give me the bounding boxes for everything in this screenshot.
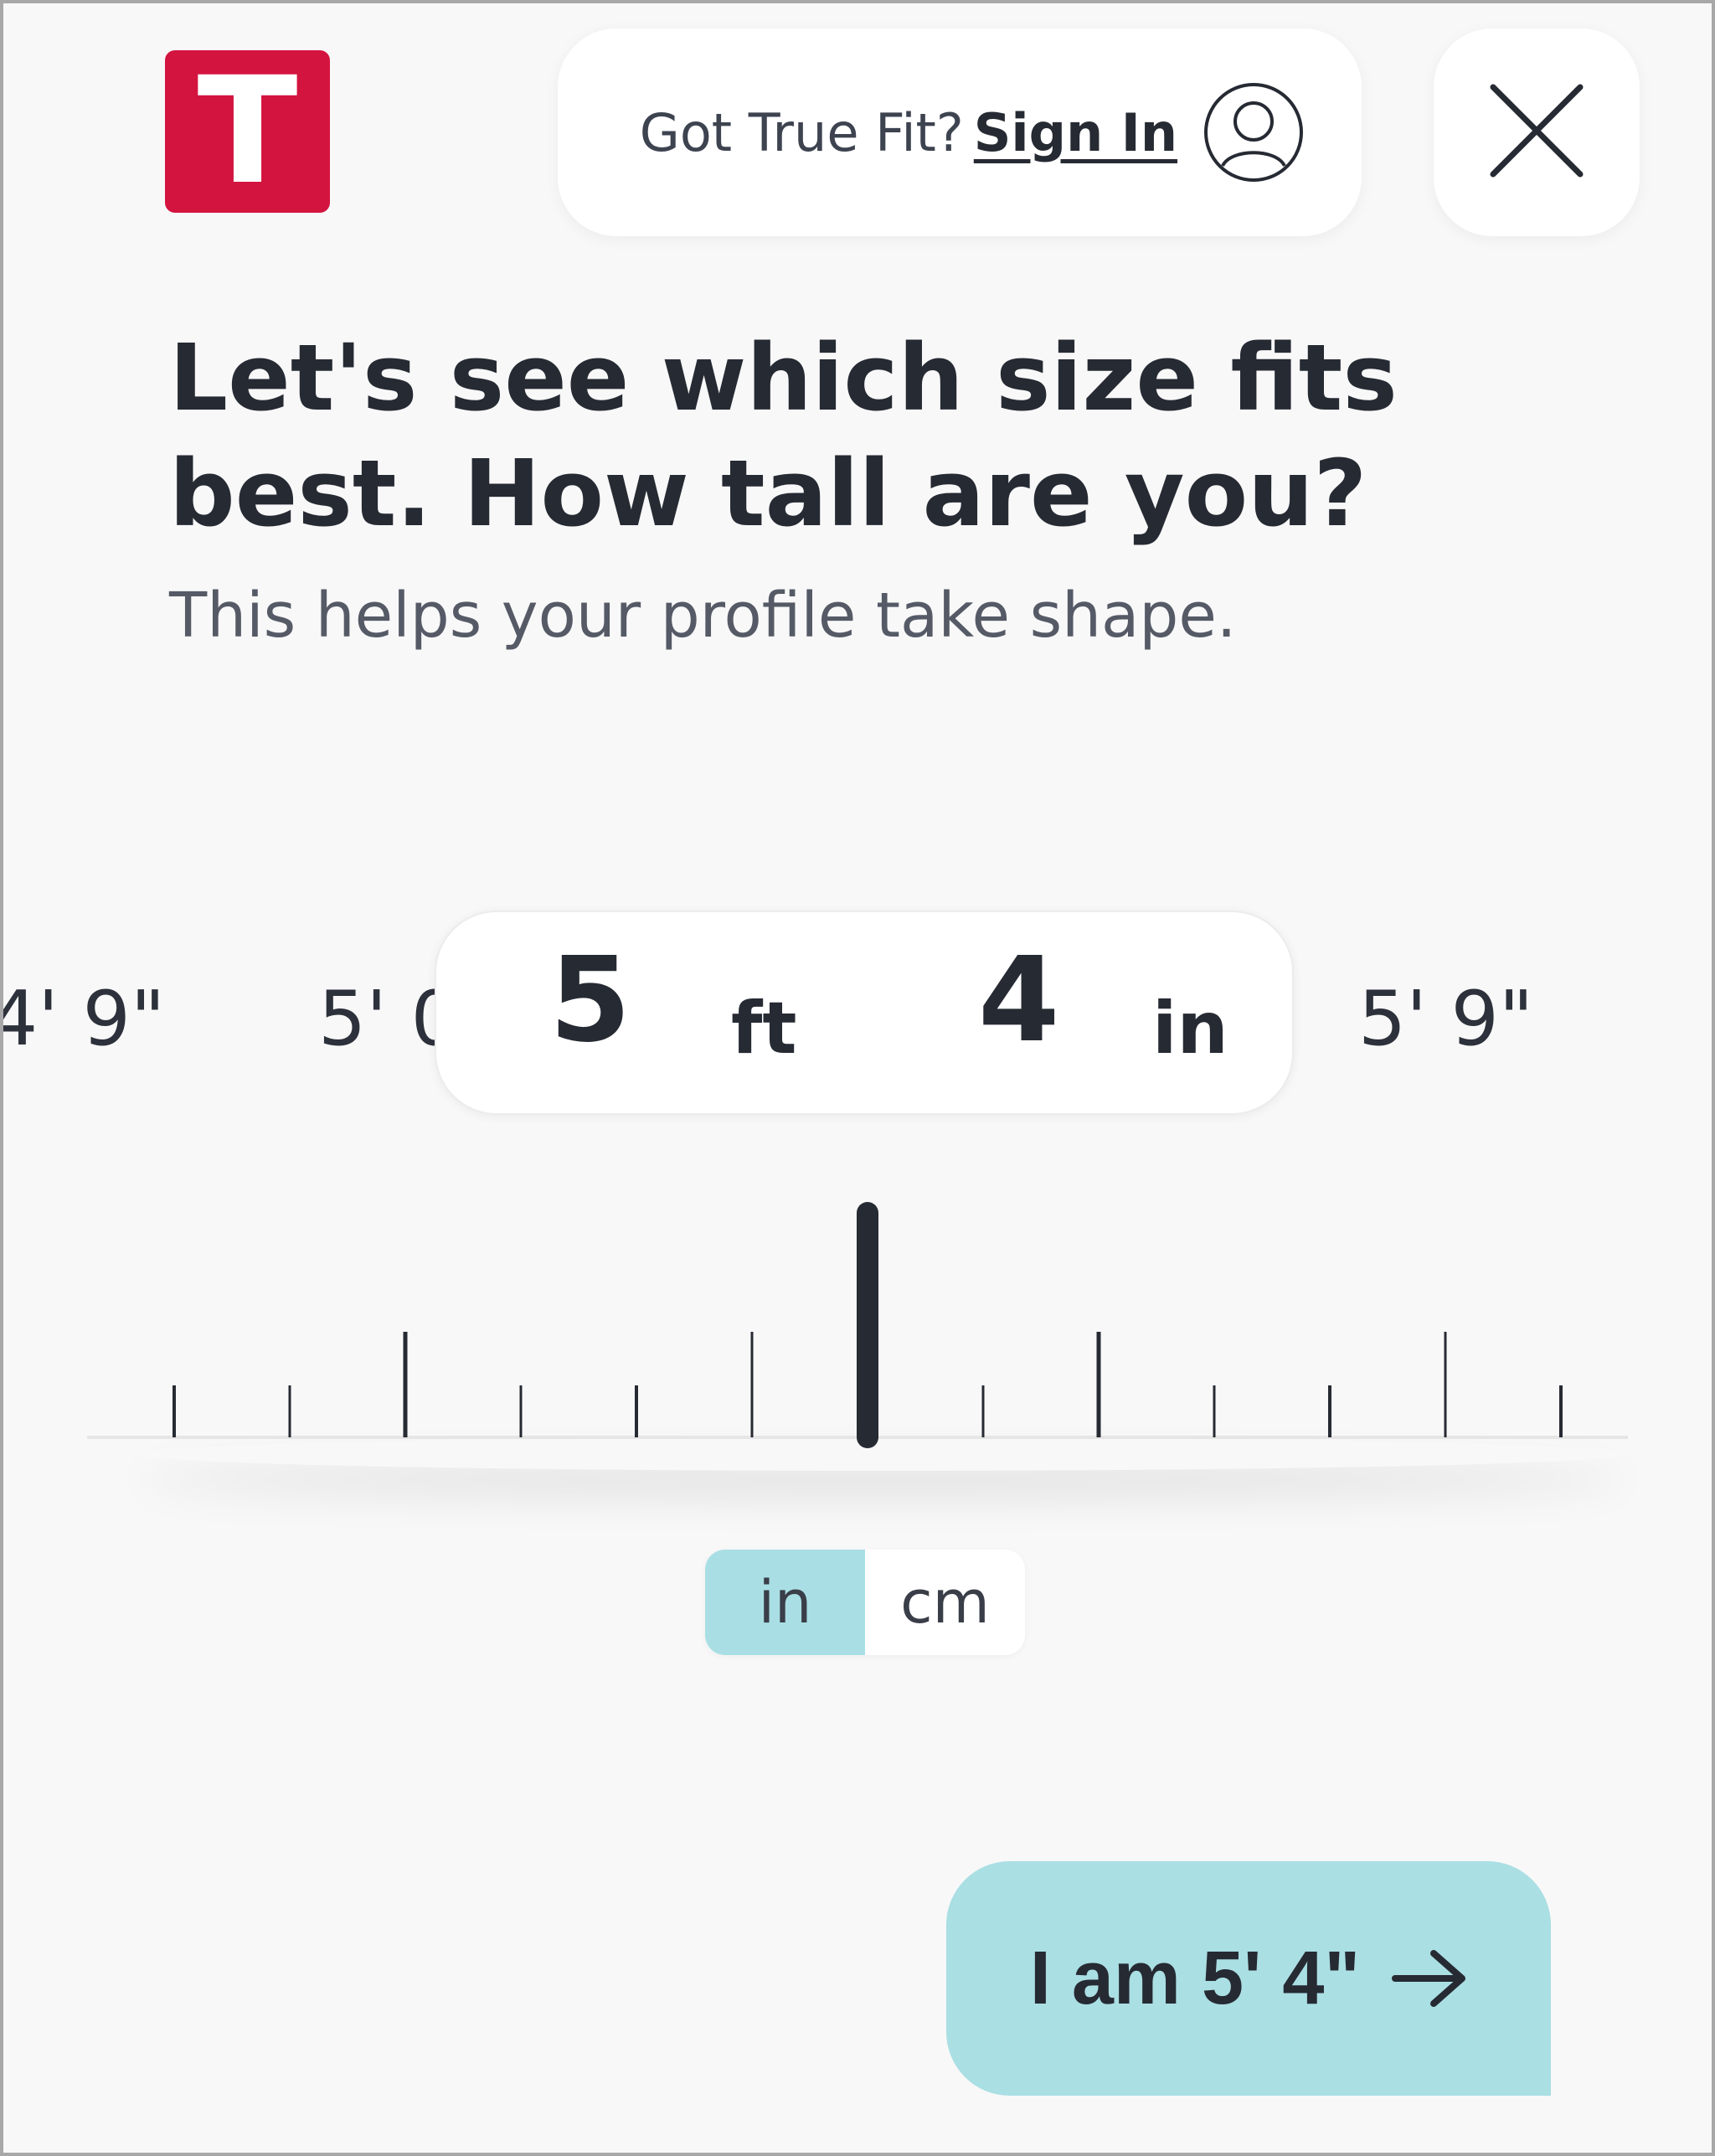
signin-bar: Got True Fit? Sign In xyxy=(558,28,1362,236)
close-icon xyxy=(1490,84,1584,181)
scale-label-left: 4' 9" xyxy=(0,975,166,1063)
height-ruler[interactable] xyxy=(3,1193,1712,1461)
arrow-right-icon xyxy=(1392,1948,1467,2009)
unit-option-cm[interactable]: cm xyxy=(865,1550,1025,1655)
scale-label-right: 5' 9" xyxy=(1358,975,1534,1063)
signin-prompt-text: Got True Fit? xyxy=(639,101,964,163)
feet-value: 5 xyxy=(549,932,631,1069)
sign-in-link[interactable]: Sign In xyxy=(974,102,1177,163)
true-fit-logo: T xyxy=(165,50,330,213)
height-question-screen: T Got True Fit? Sign In Let's see which s… xyxy=(0,0,1715,2156)
unit-toggle: in cm xyxy=(705,1550,1025,1655)
close-button[interactable] xyxy=(1434,28,1640,236)
page-subtitle: This helps your profile take shape. xyxy=(169,580,1237,652)
confirm-height-button[interactable]: I am 5' 4" xyxy=(946,1861,1551,2096)
inches-value: 4 xyxy=(978,932,1060,1069)
feet-unit: ft xyxy=(731,987,797,1070)
height-value-display[interactable]: 5 ft 4 in xyxy=(435,910,1294,1115)
confirm-label: I am 5' 4" xyxy=(1029,1936,1361,2020)
unit-option-in[interactable]: in xyxy=(705,1550,865,1655)
inches-unit: in xyxy=(1152,987,1228,1070)
logo-letter: T xyxy=(197,45,298,217)
signin-prompt: Got True Fit? Sign In xyxy=(640,102,1177,163)
user-circle-icon[interactable] xyxy=(1203,81,1305,183)
page-title: Let's see which size fits best. How tall… xyxy=(169,324,1398,547)
